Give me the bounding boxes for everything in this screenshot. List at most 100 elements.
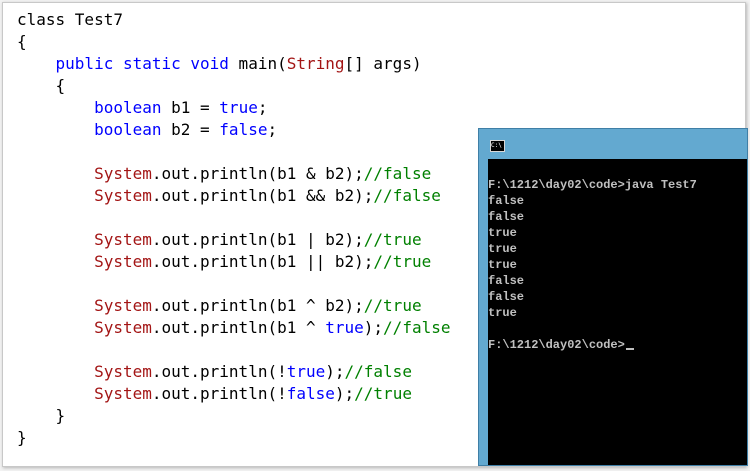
code-token: { [17, 76, 66, 95]
console-line-text: false [488, 210, 525, 224]
code-line: class Test7 [17, 9, 450, 31]
console-line-text: F:\1212\day02\code>java Test7 [488, 178, 697, 192]
code-token: b1 = [161, 98, 220, 117]
console-line: true [488, 257, 697, 273]
code-line: { [17, 31, 450, 53]
code-token: ; [267, 120, 278, 139]
code-line: } [17, 405, 450, 427]
keyword-token: boolean [94, 98, 162, 117]
console-icon: C:\ [490, 140, 505, 152]
code-line: System.out.println(b1 | b2);//true [17, 229, 450, 251]
keyword-token: false [286, 384, 335, 403]
keyword-token: true [325, 318, 364, 337]
comment-token: //false [383, 318, 451, 337]
code-line: boolean b2 = false; [17, 119, 450, 141]
code-line: System.out.println(b1 ^ b2);//true [17, 295, 450, 317]
code-line: System.out.println(!true);//false [17, 361, 450, 383]
code-token: .out.println(! [151, 384, 287, 403]
code-token: class Test7 [17, 10, 123, 29]
console-line-text: true [488, 242, 517, 256]
comment-token: //false [344, 362, 412, 381]
keyword-token: true [286, 362, 326, 381]
code-token: } [17, 406, 66, 425]
console-line: false [488, 273, 697, 289]
console-line-text: false [488, 194, 525, 208]
comment-token: //false [363, 164, 432, 183]
console-window[interactable]: C:\ F:\1212\day02\code>java Test7 false fa… [478, 128, 748, 466]
code-token: .out.println(b1 ^ [151, 318, 326, 337]
class-token: String [286, 54, 345, 73]
class-token: System [94, 252, 152, 271]
console-line: true [488, 225, 697, 241]
comment-token: //true [373, 252, 432, 271]
code-token: .out.println(b1 ^ b2); [151, 296, 364, 315]
console-line-text: false [488, 290, 525, 304]
console-line-text: true [488, 306, 517, 320]
code-line: public static void main(String[] args) [17, 53, 450, 75]
code-token: .out.println(b1 & b2); [151, 164, 364, 183]
console-line: false [488, 209, 697, 225]
code-line: System.out.println(b1 && b2);//false [17, 185, 450, 207]
code-line: System.out.println(!false);//true [17, 383, 450, 405]
keyword-token: public static void [55, 54, 229, 73]
code-line: System.out.println(b1 || b2);//true [17, 251, 450, 273]
class-token: System [94, 230, 152, 249]
console-output: F:\1212\day02\code>java Test7 false false t… [488, 177, 697, 353]
console-line: false [488, 289, 697, 305]
code-token: ); [325, 362, 345, 381]
keyword-token: boolean [94, 120, 162, 139]
code-line: boolean b1 = true; [17, 97, 450, 119]
code-line: System.out.println(b1 & b2);//false [17, 163, 450, 185]
console-titlebar[interactable]: C:\ [479, 129, 747, 159]
console-line: true [488, 241, 697, 257]
class-token: System [94, 318, 152, 337]
console-body[interactable]: F:\1212\day02\code>java Test7 false false t… [488, 159, 747, 465]
code-token: { [17, 32, 27, 51]
console-line: false [488, 193, 697, 209]
keyword-token: true [219, 98, 258, 117]
class-token: System [94, 186, 152, 205]
code-token: b2 = [161, 120, 220, 139]
console-line-text: false [488, 274, 525, 288]
comment-token: //true [363, 296, 422, 315]
console-prompt: F:\1212\day02\code> [488, 337, 697, 353]
class-token: System [94, 384, 152, 403]
console-line: true [488, 305, 697, 321]
class-token: System [94, 362, 152, 381]
code-token: .out.println(b1 || b2); [151, 252, 374, 271]
code-token: .out.println(b1 | b2); [151, 230, 364, 249]
comment-token: //false [373, 186, 441, 205]
code-line: } [17, 427, 450, 449]
class-token: System [94, 164, 152, 183]
console-line-text: true [488, 258, 517, 272]
cursor [625, 348, 634, 350]
comment-token: //true [363, 230, 422, 249]
class-token: System [94, 296, 152, 315]
code-line: { [17, 75, 450, 97]
console-line: F:\1212\day02\code>java Test7 [488, 177, 697, 193]
keyword-token: false [219, 120, 268, 139]
comment-token: //true [354, 384, 412, 403]
code-token: ); [363, 318, 384, 337]
code-token: [] args) [344, 54, 422, 73]
code-token: ); [334, 384, 355, 403]
console-line-text: F:\1212\day02\code> [488, 338, 625, 352]
code-token: } [17, 428, 27, 447]
code-token: .out.println(! [151, 362, 287, 381]
code-token: ; [257, 98, 268, 117]
